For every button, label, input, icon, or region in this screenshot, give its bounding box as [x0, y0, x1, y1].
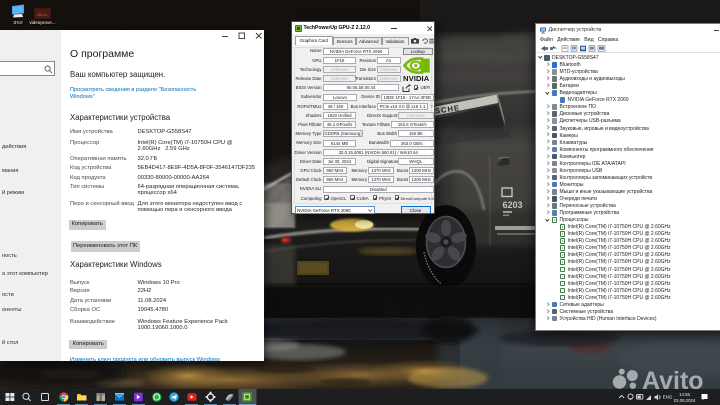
svg-text:NVIDIA: NVIDIA [403, 74, 430, 82]
svg-text:ENG: ENG [663, 395, 673, 400]
svg-text:03.09.2024: 03.09.2024 [674, 398, 696, 403]
svg-text:6203: 6203 [503, 200, 523, 210]
svg-text:14:55: 14:55 [679, 392, 690, 397]
